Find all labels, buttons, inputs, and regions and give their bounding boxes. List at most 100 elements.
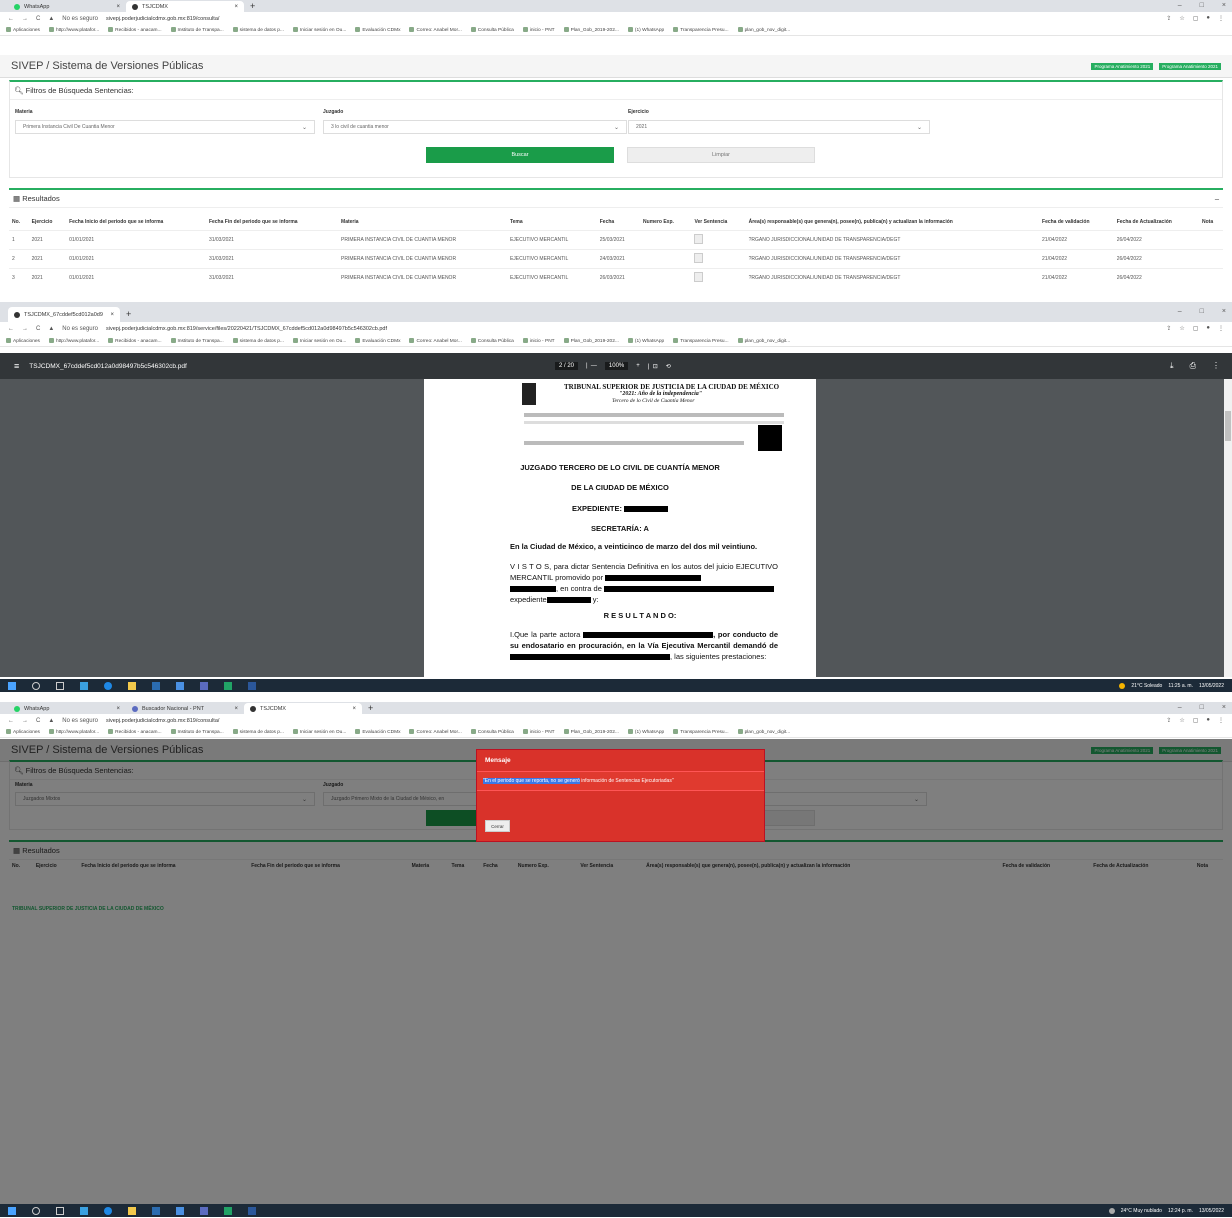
teams-icon[interactable] (200, 681, 208, 690)
bookmark-item[interactable]: Iniciar sesión en Ou... (293, 338, 346, 344)
document-icon[interactable] (694, 252, 704, 263)
close-tab-icon[interactable]: × (116, 706, 120, 712)
zoom-level[interactable]: 100% (604, 362, 629, 370)
bookmark-item[interactable]: http://www.platafor... (49, 729, 99, 735)
menu-icon[interactable]: ⋮ (1218, 325, 1224, 332)
word-icon[interactable] (248, 681, 256, 690)
clock-time[interactable]: 11:25 a. m. (1168, 683, 1193, 689)
tab-whatsapp[interactable]: WhatsApp × (8, 1, 126, 12)
fit-page-icon[interactable]: | ⊡ (648, 363, 658, 370)
download-icon[interactable]: ⤓ (1170, 361, 1174, 371)
bookmark-item[interactable]: Recibidos - anacam... (108, 729, 161, 735)
bookmark-item[interactable]: Instituto de Transpa... (171, 338, 224, 344)
column-header[interactable]: Ejercicio (29, 214, 66, 230)
star-icon[interactable]: ☆ (1179, 15, 1184, 22)
bookmark-item[interactable]: Instituto de Transpa... (171, 729, 224, 735)
profile-icon[interactable]: ● (1206, 15, 1210, 22)
column-header[interactable]: Fecha Inicio del periodo que se informa (66, 214, 206, 230)
close-tab-icon[interactable]: × (110, 312, 114, 318)
tab-pdf[interactable]: TSJCDMX_67cddef5cd012a0d9 × (8, 307, 120, 322)
sidepanel-icon[interactable]: ▢ (1193, 15, 1199, 22)
share-icon[interactable]: ⇪ (1166, 325, 1171, 332)
close-button[interactable]: Cerrar (485, 820, 510, 832)
url-field[interactable]: sivepj.poderjudicialcdmx.gob.mx:819/cons… (106, 16, 219, 22)
pdf-scrollbar[interactable] (1224, 379, 1232, 677)
bookmark-item[interactable]: plan_gob_nov_digit... (738, 338, 791, 344)
bookmark-item[interactable]: Consulta Pública (471, 338, 514, 344)
column-header[interactable]: Ver Sentencia (691, 214, 745, 230)
menu-icon[interactable]: ⋮ (1218, 15, 1224, 22)
zoom-in-icon[interactable]: + (636, 363, 640, 369)
column-header[interactable]: Tema (507, 214, 597, 230)
share-icon[interactable]: ⇪ (1166, 15, 1171, 22)
maximize-icon[interactable]: □ (1200, 702, 1204, 714)
file-explorer-icon[interactable] (128, 1206, 136, 1215)
chrome-icon[interactable] (104, 681, 112, 690)
bookmark-item[interactable]: sistema de datos p... (233, 338, 284, 344)
scroll-thumb[interactable] (1225, 411, 1231, 441)
program-badge[interactable]: Programa Anatimiento 2021 (1091, 62, 1154, 70)
bookmark-item[interactable]: Aplicaciones (6, 729, 40, 735)
ejercicio-select[interactable]: 2021 ⌄ (628, 120, 930, 134)
bookmark-item[interactable]: plan_gob_nov_digit... (738, 729, 791, 735)
security-label[interactable]: No es seguro (62, 718, 98, 724)
bookmark-item[interactable]: sistema de datos p... (233, 27, 284, 33)
windows-start-icon[interactable] (8, 1206, 16, 1215)
bookmark-item[interactable]: Recibidos - anacam... (108, 338, 161, 344)
bookmark-item[interactable]: Evaluación CDMx (355, 338, 400, 344)
bookmark-item[interactable]: (1) WhatsApp (628, 338, 664, 344)
back-icon[interactable]: ← (8, 326, 14, 332)
profile-icon[interactable]: ● (1206, 325, 1210, 332)
tab-tsjcdmx[interactable]: TSJCDMX × (244, 703, 362, 714)
bookmark-item[interactable]: Correo: Anabel Mor... (409, 338, 461, 344)
program-badge[interactable]: Programa Anatimiento 2021 (1159, 62, 1221, 70)
forward-icon[interactable]: → (22, 16, 28, 22)
new-tab-button[interactable]: + (120, 307, 137, 322)
chrome-icon[interactable] (104, 1206, 112, 1215)
word-icon[interactable] (248, 1206, 256, 1215)
maximize-icon[interactable]: □ (1200, 0, 1204, 12)
new-tab-button[interactable]: + (362, 703, 379, 714)
zoom-out-icon[interactable]: | — (586, 363, 597, 369)
bookmark-item[interactable]: Plan_Gob_2019-202... (564, 27, 619, 33)
bookmark-item[interactable]: Instituto de Transpa... (171, 27, 224, 33)
bookmark-item[interactable]: (1) WhatsApp (628, 27, 664, 33)
bookmark-item[interactable]: Plan_Gob_2019-202... (564, 338, 619, 344)
share-icon[interactable]: ⇪ (1166, 717, 1171, 724)
bookmark-item[interactable]: Consulta Pública (471, 27, 514, 33)
bookmark-item[interactable]: Evaluación CDMx (355, 729, 400, 735)
search-icon[interactable] (32, 1206, 40, 1215)
bookmark-item[interactable]: Aplicaciones (6, 27, 40, 33)
security-label[interactable]: No es seguro (62, 16, 98, 22)
print-icon[interactable]: ⎙ (1190, 361, 1196, 371)
excel-icon[interactable] (224, 681, 232, 690)
sidepanel-icon[interactable]: ▢ (1193, 325, 1199, 332)
bookmark-item[interactable]: plan_gob_nov_digit... (738, 27, 791, 33)
column-header[interactable]: Nota (1199, 214, 1223, 230)
bookmark-item[interactable]: (1) WhatsApp (628, 729, 664, 735)
task-view-icon[interactable] (56, 1206, 64, 1215)
bookmark-item[interactable]: Consulta Pública (471, 729, 514, 735)
clock-date[interactable]: 13/05/2022 (1199, 1208, 1224, 1214)
bookmark-item[interactable]: Iniciar sesión en Ou... (293, 27, 346, 33)
weather-text[interactable]: 24°C Muy nublado (1121, 1208, 1162, 1214)
bookmark-item[interactable]: Plan_Gob_2019-202... (564, 729, 619, 735)
bookmark-item[interactable]: Correo: Anabel Mor... (409, 27, 461, 33)
task-view-icon[interactable] (56, 681, 64, 690)
bookmark-item[interactable]: Transparencia Presu... (673, 338, 728, 344)
bookmark-item[interactable]: http://www.platafor... (49, 27, 99, 33)
column-header[interactable]: Área(s) responsable(s) que genera(n), po… (746, 214, 1039, 230)
forward-icon[interactable]: → (22, 326, 28, 332)
bookmark-item[interactable]: Aplicaciones (6, 338, 40, 344)
windows-start-icon[interactable] (8, 681, 16, 690)
column-header[interactable]: Fecha Fin del periodo que se informa (206, 214, 338, 230)
minimize-icon[interactable]: – (1178, 702, 1182, 714)
close-icon[interactable]: × (1222, 0, 1226, 12)
clock-date[interactable]: 13/05/2022 (1199, 683, 1224, 689)
security-label[interactable]: No es seguro (62, 326, 98, 332)
teams-icon[interactable] (200, 1206, 208, 1215)
reload-icon[interactable]: C (36, 16, 40, 22)
bookmark-item[interactable]: Iniciar sesión en Ou... (293, 729, 346, 735)
bookmark-item[interactable]: Evaluación CDMx (355, 27, 400, 33)
materia-select[interactable]: Primera Instancia Civil De Cuantia Menor… (15, 120, 315, 134)
